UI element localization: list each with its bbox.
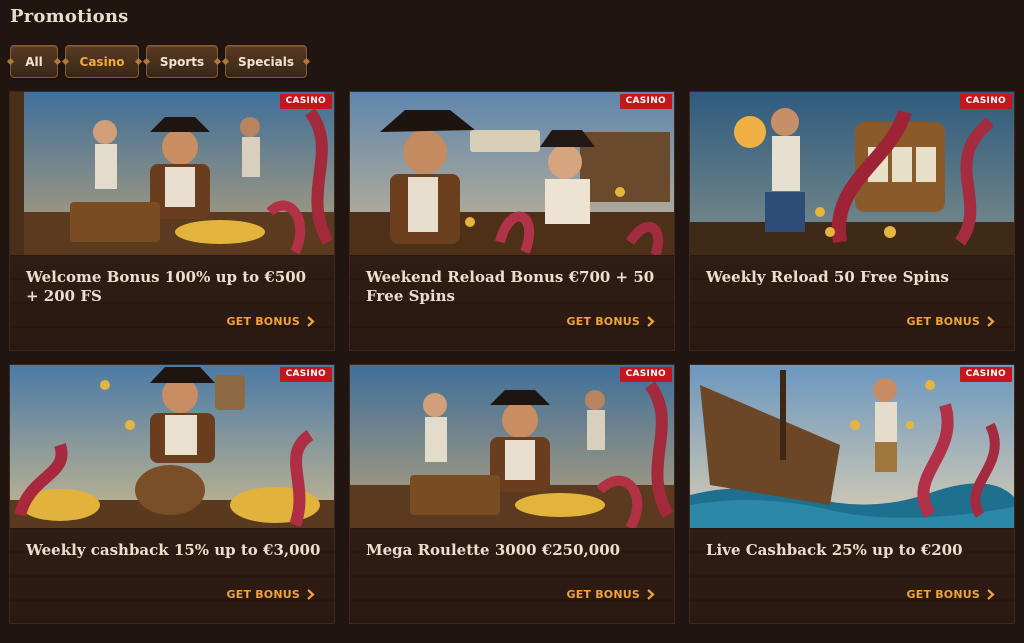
promotion-title: Live Cashback 25% up to €200 [706, 541, 963, 559]
promotion-title: Weekly cashback 15% up to €3,000 [26, 541, 321, 559]
promotion-image [10, 92, 334, 255]
casino-badge: CASINO [279, 367, 332, 382]
promotion-title: Mega Roulette 3000 €250,000 [366, 541, 621, 559]
promotions-page: Promotions All Casino Sports Specials CA… [0, 0, 1024, 643]
get-bonus-link[interactable]: GET BONUS [907, 315, 996, 328]
casino-badge: CASINO [619, 367, 672, 382]
casino-badge: CASINO [959, 367, 1012, 382]
casino-badge: CASINO [959, 94, 1012, 109]
get-bonus-link[interactable]: GET BONUS [567, 315, 656, 328]
filter-tab-casino[interactable]: Casino [65, 45, 139, 78]
page-title: Promotions [10, 6, 129, 27]
pirate-duo-ship-deck-illustration [350, 92, 674, 255]
promotion-title: Weekly Reload 50 Free Spins [706, 268, 949, 286]
pirate-captain-treasure-illustration [350, 365, 674, 528]
filter-tab-specials[interactable]: Specials [225, 45, 307, 78]
chevron-right-icon [647, 316, 655, 327]
promotion-card[interactable]: CASINO Weekly Reload 50 Free Spins GET B… [689, 91, 1015, 351]
filter-tab-sports[interactable]: Sports [146, 45, 218, 78]
get-bonus-link[interactable]: GET BONUS [227, 315, 316, 328]
promotion-card-body: Weekend Reload Bonus €700 + 50 Free Spin… [350, 255, 674, 350]
pirate-slot-machine-illustration [690, 92, 1014, 255]
promotion-card[interactable]: CASINO Live Cashback 25% up to €200 GET … [689, 364, 1015, 624]
pirate-shipwreck-kraken-illustration [690, 365, 1014, 528]
promotion-title: Welcome Bonus 100% up to €500 + 200 FS [26, 268, 307, 305]
promotion-card-body: Mega Roulette 3000 €250,000 GET BONUS [350, 528, 674, 623]
pirate-captain-treasure-illustration [10, 92, 334, 255]
get-bonus-link[interactable]: GET BONUS [567, 588, 656, 601]
promotion-card-body: Live Cashback 25% up to €200 GET BONUS [690, 528, 1014, 623]
get-bonus-label: GET BONUS [906, 315, 980, 328]
promotion-card[interactable]: CASINO Mega Roulette 3000 €250,000 GET B… [349, 364, 675, 624]
promotion-card-body: Welcome Bonus 100% up to €500 + 200 FS G… [10, 255, 334, 350]
get-bonus-label: GET BONUS [906, 588, 980, 601]
chevron-right-icon [987, 316, 995, 327]
promotion-card[interactable]: CASINO Weekly cashback 15% up to €3,000 … [9, 364, 335, 624]
promotion-card-body: Weekly Reload 50 Free Spins GET BONUS [690, 255, 1014, 350]
promotion-title: Weekend Reload Bonus €700 + 50 Free Spin… [366, 268, 655, 305]
promotion-image [350, 365, 674, 528]
chevron-right-icon [307, 589, 315, 600]
casino-badge: CASINO [279, 94, 332, 109]
promotion-image [10, 365, 334, 528]
promotion-image [690, 92, 1014, 255]
get-bonus-link[interactable]: GET BONUS [907, 588, 996, 601]
promotion-card-body: Weekly cashback 15% up to €3,000 GET BON… [10, 528, 334, 623]
get-bonus-link[interactable]: GET BONUS [227, 588, 316, 601]
chevron-right-icon [307, 316, 315, 327]
promotion-image [350, 92, 674, 255]
promotion-image [690, 365, 1014, 528]
pirate-barrel-gold-illustration [10, 365, 334, 528]
get-bonus-label: GET BONUS [566, 315, 640, 328]
get-bonus-label: GET BONUS [566, 588, 640, 601]
chevron-right-icon [647, 589, 655, 600]
promotion-card[interactable]: CASINO Weekend Reload Bonus €700 + 50 Fr… [349, 91, 675, 351]
promotion-filter-tabs: All Casino Sports Specials [10, 45, 307, 78]
get-bonus-label: GET BONUS [226, 315, 300, 328]
casino-badge: CASINO [619, 94, 672, 109]
get-bonus-label: GET BONUS [226, 588, 300, 601]
chevron-right-icon [987, 589, 995, 600]
promotion-card[interactable]: CASINO Welcome Bonus 100% up to €500 + 2… [9, 91, 335, 351]
filter-tab-all[interactable]: All [10, 45, 58, 78]
